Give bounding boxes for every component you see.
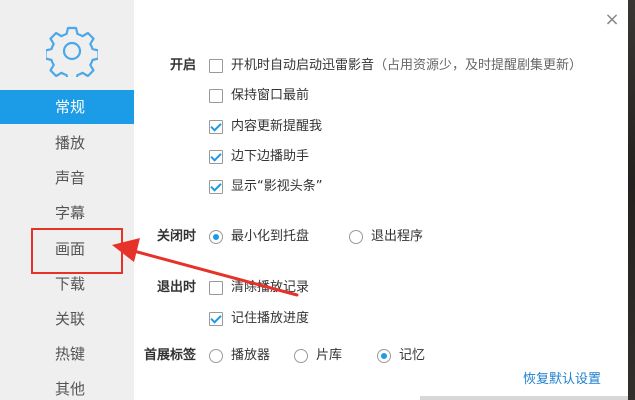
autostart-label: 开机时自动启动迅雷影音: [231, 58, 375, 73]
bottom-edge-bar: [420, 396, 628, 400]
settings-dialog: 常规 播放 声音 字幕 画面 下载 关联 热键 其他 × 开启 开机时自动启动迅…: [0, 0, 628, 400]
restore-defaults-link[interactable]: 恢复默认设置: [523, 370, 601, 390]
checkbox-box: [209, 180, 223, 194]
settings-sidebar: 常规 播放 声音 字幕 画面 下载 关联 热键 其他: [0, 0, 134, 400]
radio-circle: [209, 230, 223, 244]
radio-circle: [209, 349, 223, 363]
sidebar-item-association[interactable]: 关联: [0, 302, 134, 336]
checkbox-box: [209, 150, 223, 164]
show-headlines-label: 显示“影视头条”: [231, 179, 323, 194]
minimize-to-tray-label: 最小化到托盘: [231, 229, 310, 244]
sidebar-item-hotkeys[interactable]: 热键: [0, 337, 134, 371]
exit-program-label: 退出程序: [371, 229, 424, 244]
home-tab-memory-label: 记忆: [399, 348, 426, 363]
radio-circle: [377, 349, 391, 363]
annotation-highlight-box: [31, 228, 123, 274]
startup-section-label: 开启: [169, 58, 196, 73]
sidebar-item-general[interactable]: 常规: [0, 90, 134, 124]
stream-assistant-label: 边下边播助手: [231, 149, 310, 164]
autostart-hint: （占用资源少，及时提醒剧集更新）: [374, 58, 583, 73]
on-exit-section-label: 退出时: [156, 280, 196, 295]
checkbox-box: [209, 312, 223, 326]
clear-history-label: 清除播放记录: [231, 280, 310, 295]
checkbox-box: [209, 59, 223, 73]
sidebar-item-other[interactable]: 其他: [0, 372, 134, 400]
radio-circle: [349, 230, 363, 244]
checkbox-box: [209, 120, 223, 134]
checkbox-box: [209, 89, 223, 103]
home-tab-player-label: 播放器: [231, 348, 271, 363]
update-reminder-label: 内容更新提醒我: [231, 119, 323, 134]
checkbox-box: [209, 281, 223, 295]
close-icon: ×: [604, 9, 620, 30]
sidebar-item-playback[interactable]: 播放: [0, 126, 134, 160]
radio-circle: [294, 349, 308, 363]
remember-progress-label: 记住播放进度: [231, 311, 310, 326]
on-close-section-label: 关闭时: [156, 229, 196, 244]
keep-on-top-label: 保持窗口最前: [231, 88, 310, 103]
home-tab-library-label: 片库: [316, 348, 343, 363]
sidebar-item-subtitles[interactable]: 字幕: [0, 196, 134, 230]
sidebar-item-sound[interactable]: 声音: [0, 161, 134, 195]
home-tab-section-label: 首展标签: [143, 348, 196, 363]
gear-icon: [46, 26, 98, 77]
close-button[interactable]: ×: [602, 10, 622, 30]
